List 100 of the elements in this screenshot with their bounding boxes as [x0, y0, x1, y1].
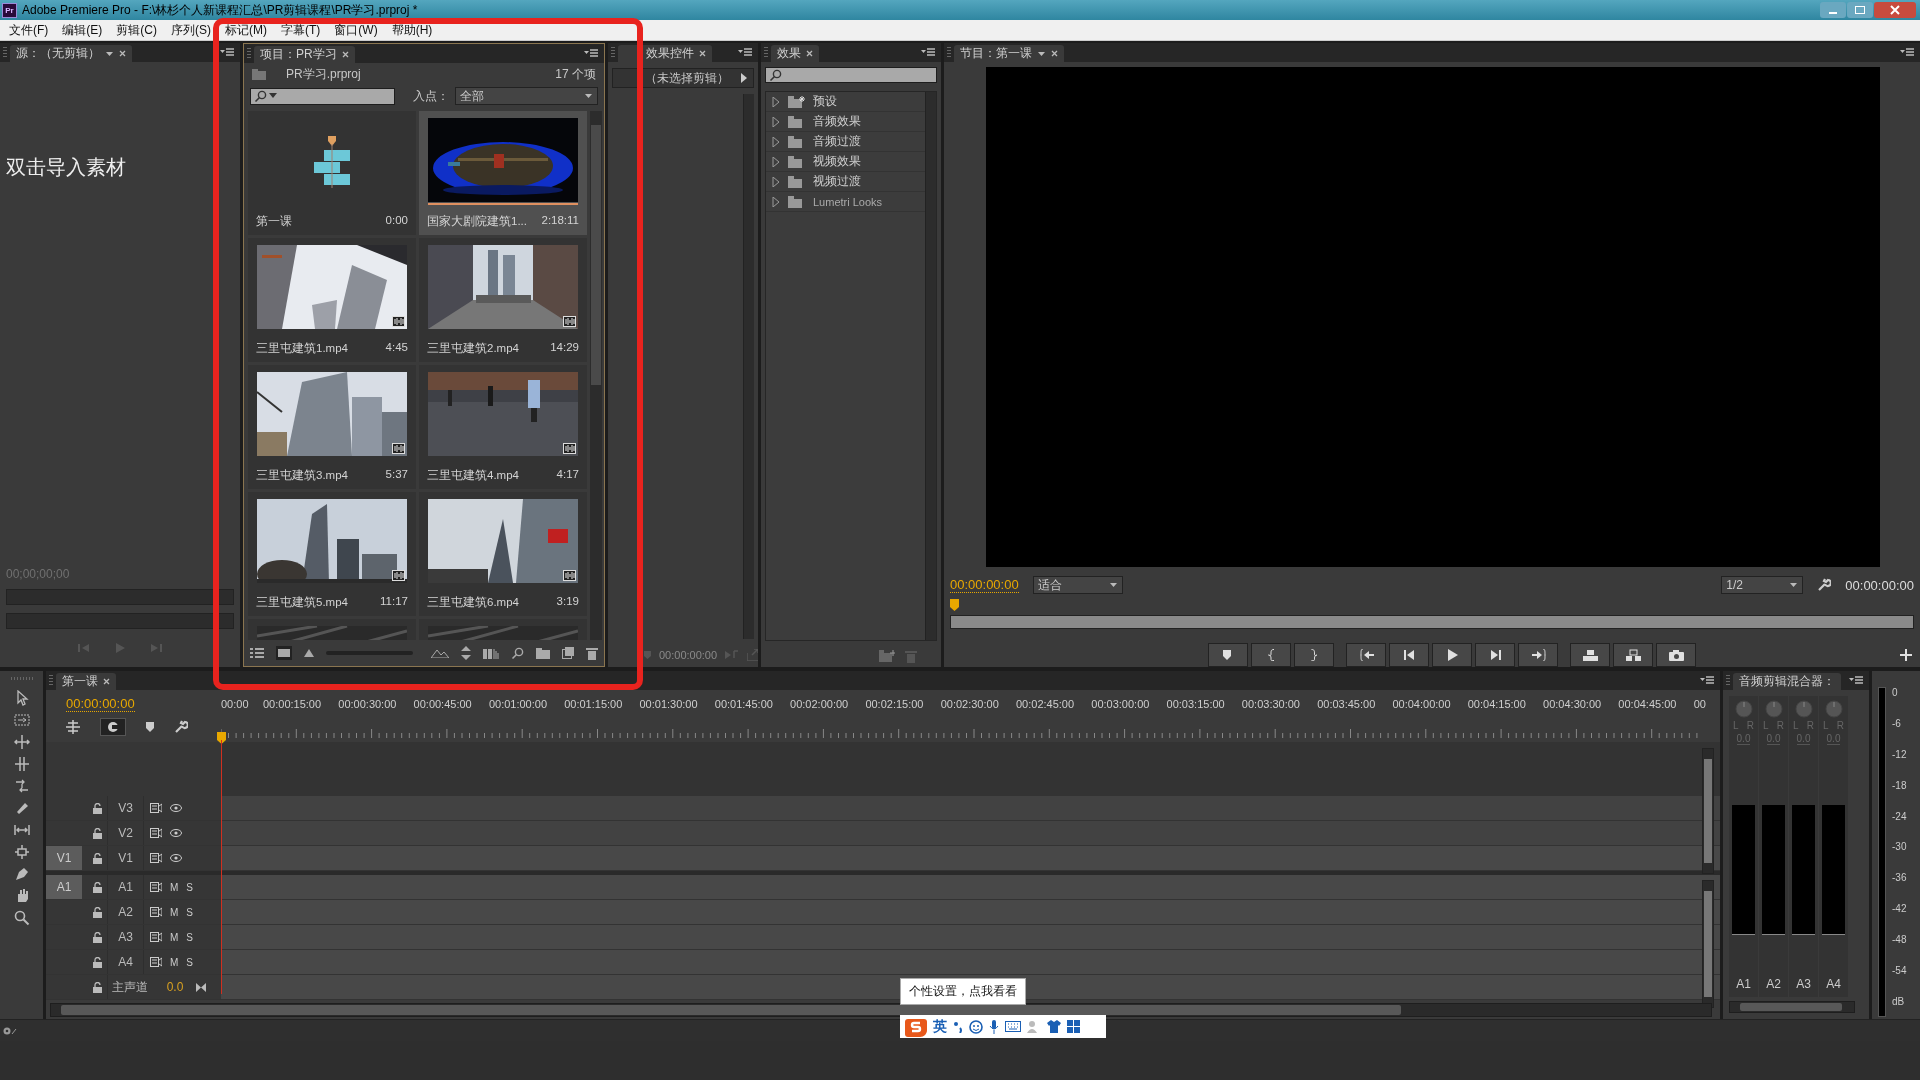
tree-item-label: 音频过渡	[813, 133, 861, 150]
tree-item[interactable]: 视频过渡	[766, 172, 925, 192]
tree-item[interactable]: 视频效果	[766, 152, 925, 172]
tree-item-label: Lumetri Looks	[813, 195, 883, 208]
channel-name: A4	[1826, 977, 1841, 991]
clip-card[interactable]: 三里屯建筑4.mp4 4:17	[419, 365, 587, 489]
playhead-timecode[interactable]: 00:00:00:00	[950, 577, 1019, 593]
solo-toggle[interactable]: S	[186, 906, 193, 918]
tree-item[interactable]: 音频效果	[766, 112, 925, 132]
ruler-label: 00:01:15:00	[564, 698, 624, 710]
mute-toggle[interactable]: M	[170, 931, 179, 943]
ruler-label: 00:01:00:00	[488, 698, 548, 710]
playhead-timecode[interactable]: 00:00:00:00	[66, 696, 135, 712]
solo-toggle[interactable]: S	[186, 956, 193, 968]
clip-card[interactable]: 三里屯建筑2.mp4 14:29	[419, 238, 587, 362]
meter-scale-label: -48	[1892, 934, 1907, 946]
resolution-dropdown[interactable]: 1/2	[1721, 576, 1804, 594]
solo-toggle[interactable]: S	[186, 931, 193, 943]
clip-duration: 3:19	[556, 595, 579, 609]
tree-item[interactable]: 预设	[766, 92, 925, 112]
app-logo: Pr	[2, 2, 17, 18]
mute-toggle[interactable]: M	[170, 881, 179, 893]
ruler-label: 00:04:15:00	[1467, 698, 1527, 710]
in-point-dropdown[interactable]: 全部	[455, 87, 598, 105]
clip-duration: 4:45	[385, 341, 408, 355]
tree-item-label: 音频效果	[813, 113, 861, 130]
menu-item[interactable]: 文件(F)	[2, 21, 56, 39]
menu-item[interactable]: 帮助(H)	[384, 21, 440, 39]
meter-scale-label: -30	[1892, 841, 1907, 853]
empty-hint: 双击导入素材	[6, 155, 127, 180]
mute-toggle[interactable]: M	[170, 956, 179, 968]
ruler-label: 00:00	[221, 698, 250, 710]
clip-card[interactable]: 第一课 0:00	[248, 111, 416, 235]
clip-duration: 0:00	[385, 214, 408, 228]
mute-toggle[interactable]: M	[170, 906, 179, 918]
clip-name: 第一课	[256, 214, 292, 229]
input-mode-toggle[interactable]: 英	[933, 1017, 947, 1036]
source-patch[interactable]: V1	[46, 846, 82, 870]
window-title: Adobe Premiere Pro - F:\林杉个人新课程汇总\PR剪辑课程\PR学习.prproj *	[22, 1, 418, 19]
panel-tab[interactable]: 效果	[771, 45, 819, 62]
clip-duration: 14:29	[550, 341, 579, 355]
track-name: A4	[108, 950, 144, 974]
tree-item[interactable]: Lumetri Looks	[766, 192, 925, 212]
panel-tab[interactable]: 效果控件	[618, 45, 712, 62]
clip-card[interactable]: 三里屯建筑5.mp4 11:17	[248, 492, 416, 616]
ruler-label: 00:01:30:00	[639, 698, 699, 710]
channel-name: A3	[1796, 977, 1811, 991]
menu-item[interactable]: 标记(M)	[218, 21, 274, 39]
ruler-label: 00:00:30:00	[338, 698, 398, 710]
clip-card[interactable]: 国家大剧院建筑1... 2:18:11	[419, 111, 587, 235]
in-point-label: 入点：	[413, 87, 449, 105]
panel-tab[interactable]: 源：（无剪辑）	[10, 45, 132, 62]
panel-tab[interactable]: 音频剪辑混合器：	[1733, 673, 1841, 690]
meter-scale-label: -18	[1892, 779, 1907, 791]
zoom-dropdown[interactable]: 适合	[1032, 576, 1123, 594]
track-name: 主声道	[111, 978, 149, 996]
clip-card[interactable]: 三里屯建筑1.mp4 4:45	[248, 238, 416, 362]
ruler-label: 00:02:15:00	[865, 698, 925, 710]
meter-scale-label: 0	[1892, 687, 1899, 698]
panel-tab[interactable]: 节目：第一课	[954, 45, 1064, 62]
ruler-label: 00:01:45:00	[714, 698, 774, 710]
clip-selector[interactable]: （未选择剪辑）	[612, 68, 754, 88]
clip-name: 三里屯建筑2.mp4	[427, 341, 519, 356]
clip-name: 三里屯建筑1.mp4	[256, 341, 348, 356]
ruler-label: 00:04:00:00	[1392, 698, 1452, 710]
menu-item[interactable]: 剪辑(C)	[109, 21, 164, 39]
ruler-label: 00:00:15:00	[263, 698, 323, 710]
solo-toggle[interactable]: S	[186, 881, 193, 893]
tree-item-label: 视频效果	[813, 153, 861, 170]
master-volume[interactable]: 0.0	[158, 980, 192, 994]
clip-card[interactable]: 三里屯建筑6.mp4 3:19	[419, 492, 587, 616]
track-name: A2	[108, 900, 144, 924]
clip-name: 三里屯建筑4.mp4	[427, 468, 519, 483]
tooltip: 个性设置，点我看看	[900, 978, 1026, 1005]
panel-tab[interactable]: 第一课	[56, 673, 116, 690]
clip-duration: 5:37	[385, 468, 408, 482]
channel-name: A1	[1736, 977, 1751, 991]
source-patch[interactable]: A1	[46, 875, 82, 899]
ruler-label: 00:02:45:00	[1015, 698, 1076, 710]
menu-item[interactable]: 字幕(T)	[274, 21, 328, 39]
ruler-label: 00:02:00:00	[790, 698, 850, 710]
duration-timecode: 00:00:00:00	[1845, 577, 1914, 593]
tree-item[interactable]: 音频过渡	[766, 132, 925, 152]
menu-item[interactable]: 编辑(E)	[55, 21, 110, 39]
track-name: A1	[108, 875, 144, 899]
meter-scale-label: -42	[1892, 903, 1907, 915]
menu-item[interactable]: 窗口(W)	[327, 21, 385, 39]
meter-scale-label: -6	[1892, 717, 1902, 729]
timecode: 00:00:00:00	[659, 649, 718, 661]
meter-scale-label: -36	[1892, 872, 1907, 884]
ruler-label: 00:03:15:00	[1166, 698, 1226, 710]
ruler-label: 00:02:30:00	[940, 698, 1000, 710]
menu-item[interactable]: 序列(S)	[164, 21, 218, 39]
meter-scale-label: -12	[1892, 748, 1907, 760]
clip-card[interactable]: 三里屯建筑3.mp4 5:37	[248, 365, 416, 489]
track-name: V2	[108, 821, 144, 845]
tree-item-label: 视频过渡	[813, 173, 861, 190]
tree-item-label: 预设	[813, 93, 837, 110]
panel-tab[interactable]: 项目：PR学习	[254, 46, 355, 63]
channel-name: A2	[1766, 977, 1781, 991]
